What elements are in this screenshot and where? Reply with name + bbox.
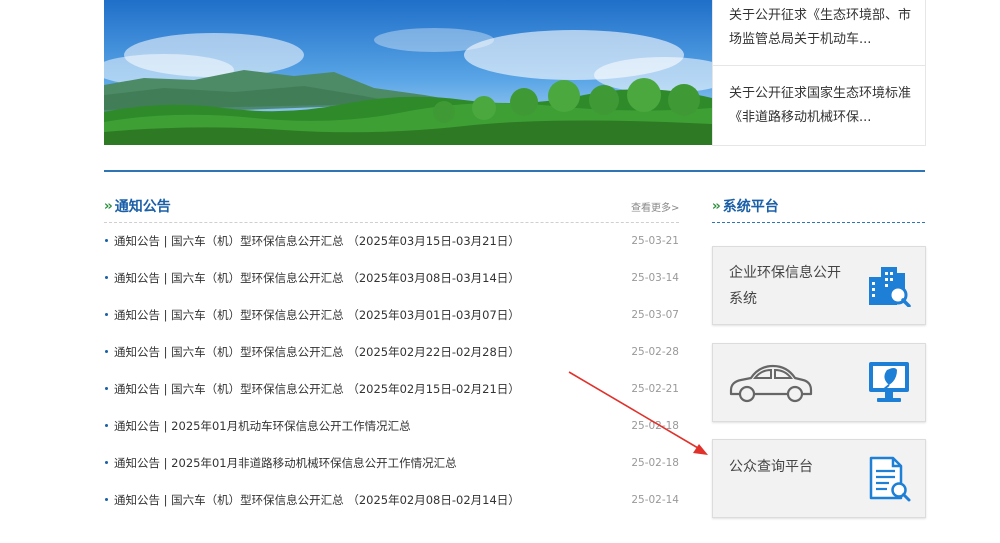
bullet-icon <box>105 461 108 464</box>
double-chevron-icon: ›› <box>712 198 721 214</box>
notice-item-date: 25-02-18 <box>631 456 679 469</box>
notice-item-title[interactable]: 通知公告 | 国六车（机）型环保信息公开汇总 （2025年03月15日-03月2… <box>114 233 629 249</box>
notice-item-title[interactable]: 通知公告 | 国六车（机）型环保信息公开汇总 （2025年02月22日-02月2… <box>114 344 629 360</box>
notice-item-title[interactable]: 通知公告 | 2025年01月非道路移动机械环保信息公开工作情况汇总 <box>114 455 629 471</box>
list-item[interactable]: 通知公告 | 国六车（机）型环保信息公开汇总 （2025年03月15日-03月2… <box>104 222 679 259</box>
bullet-icon <box>105 313 108 316</box>
document-search-icon <box>867 456 911 506</box>
news-link[interactable]: 关于公开征求《生态环境部、市场监管总局关于机动车... <box>729 4 914 52</box>
list-item[interactable]: 通知公告 | 国六车（机）型环保信息公开汇总 （2025年02月08日-02月1… <box>104 481 679 518</box>
car-icon <box>727 360 813 408</box>
notice-item-date: 25-02-18 <box>631 419 679 432</box>
view-more-link[interactable]: 查看更多> <box>631 199 679 214</box>
building-search-icon <box>865 263 911 311</box>
bullet-icon <box>105 387 108 390</box>
news-side-panel: 关于公开征求《生态环境部、市场监管总局关于机动车... 关于公开征求国家生态环境… <box>712 0 926 146</box>
divider <box>713 65 925 66</box>
enterprise-info-system-card[interactable]: 企业环保信息公开系统 <box>712 246 926 325</box>
notice-item-date: 25-02-14 <box>631 493 679 506</box>
vehicle-platform-card[interactable] <box>712 343 926 422</box>
notice-item-date: 25-03-21 <box>631 234 679 247</box>
bullet-icon <box>105 498 108 501</box>
public-query-platform-card[interactable]: 公众查询平台 <box>712 439 926 518</box>
platform-section-heading: ›› 系统平台 <box>712 196 779 216</box>
platform-title: 系统平台 <box>722 199 779 215</box>
list-item[interactable]: 通知公告 | 国六车（机）型环保信息公开汇总 （2025年03月01日-03月0… <box>104 296 679 333</box>
notice-item-date: 25-03-14 <box>631 271 679 284</box>
banner-image[interactable] <box>104 0 712 145</box>
card-label: 公众查询平台 <box>729 459 813 475</box>
notice-item-date: 25-02-28 <box>631 345 679 358</box>
bullet-icon <box>105 276 108 279</box>
bullet-icon <box>105 239 108 242</box>
notice-item-title[interactable]: 通知公告 | 2025年01月机动车环保信息公开工作情况汇总 <box>114 418 629 434</box>
notice-list: 通知公告 | 国六车（机）型环保信息公开汇总 （2025年03月15日-03月2… <box>104 222 679 518</box>
notice-item-title[interactable]: 通知公告 | 国六车（机）型环保信息公开汇总 （2025年02月15日-02月2… <box>114 381 629 397</box>
list-item[interactable]: 通知公告 | 国六车（机）型环保信息公开汇总 （2025年02月15日-02月2… <box>104 370 679 407</box>
double-chevron-icon: ›› <box>104 198 113 214</box>
notice-item-date: 25-02-21 <box>631 382 679 395</box>
list-item[interactable]: 通知公告 | 国六车（机）型环保信息公开汇总 （2025年03月08日-03月1… <box>104 259 679 296</box>
monitor-leaf-icon <box>867 360 911 410</box>
card-label: 企业环保信息公开系统 <box>729 265 841 307</box>
bullet-icon <box>105 350 108 353</box>
notice-item-date: 25-03-07 <box>631 308 679 321</box>
notice-section-heading: ›› 通知公告 <box>104 196 171 216</box>
notice-item-title[interactable]: 通知公告 | 国六车（机）型环保信息公开汇总 （2025年03月01日-03月0… <box>114 307 629 323</box>
notice-title: 通知公告 <box>114 199 171 215</box>
bullet-icon <box>105 424 108 427</box>
notice-item-title[interactable]: 通知公告 | 国六车（机）型环保信息公开汇总 （2025年02月08日-02月1… <box>114 492 629 508</box>
list-item[interactable]: 通知公告 | 2025年01月非道路移动机械环保信息公开工作情况汇总 25-02… <box>104 444 679 481</box>
list-item[interactable]: 通知公告 | 2025年01月机动车环保信息公开工作情况汇总 25-02-18 <box>104 407 679 444</box>
notice-item-title[interactable]: 通知公告 | 国六车（机）型环保信息公开汇总 （2025年03月08日-03月1… <box>114 270 629 286</box>
divider <box>712 222 925 223</box>
list-item[interactable]: 通知公告 | 国六车（机）型环保信息公开汇总 （2025年02月22日-02月2… <box>104 333 679 370</box>
section-divider <box>104 170 925 172</box>
news-link[interactable]: 关于公开征求国家生态环境标准《非道路移动机械环保... <box>729 82 914 130</box>
